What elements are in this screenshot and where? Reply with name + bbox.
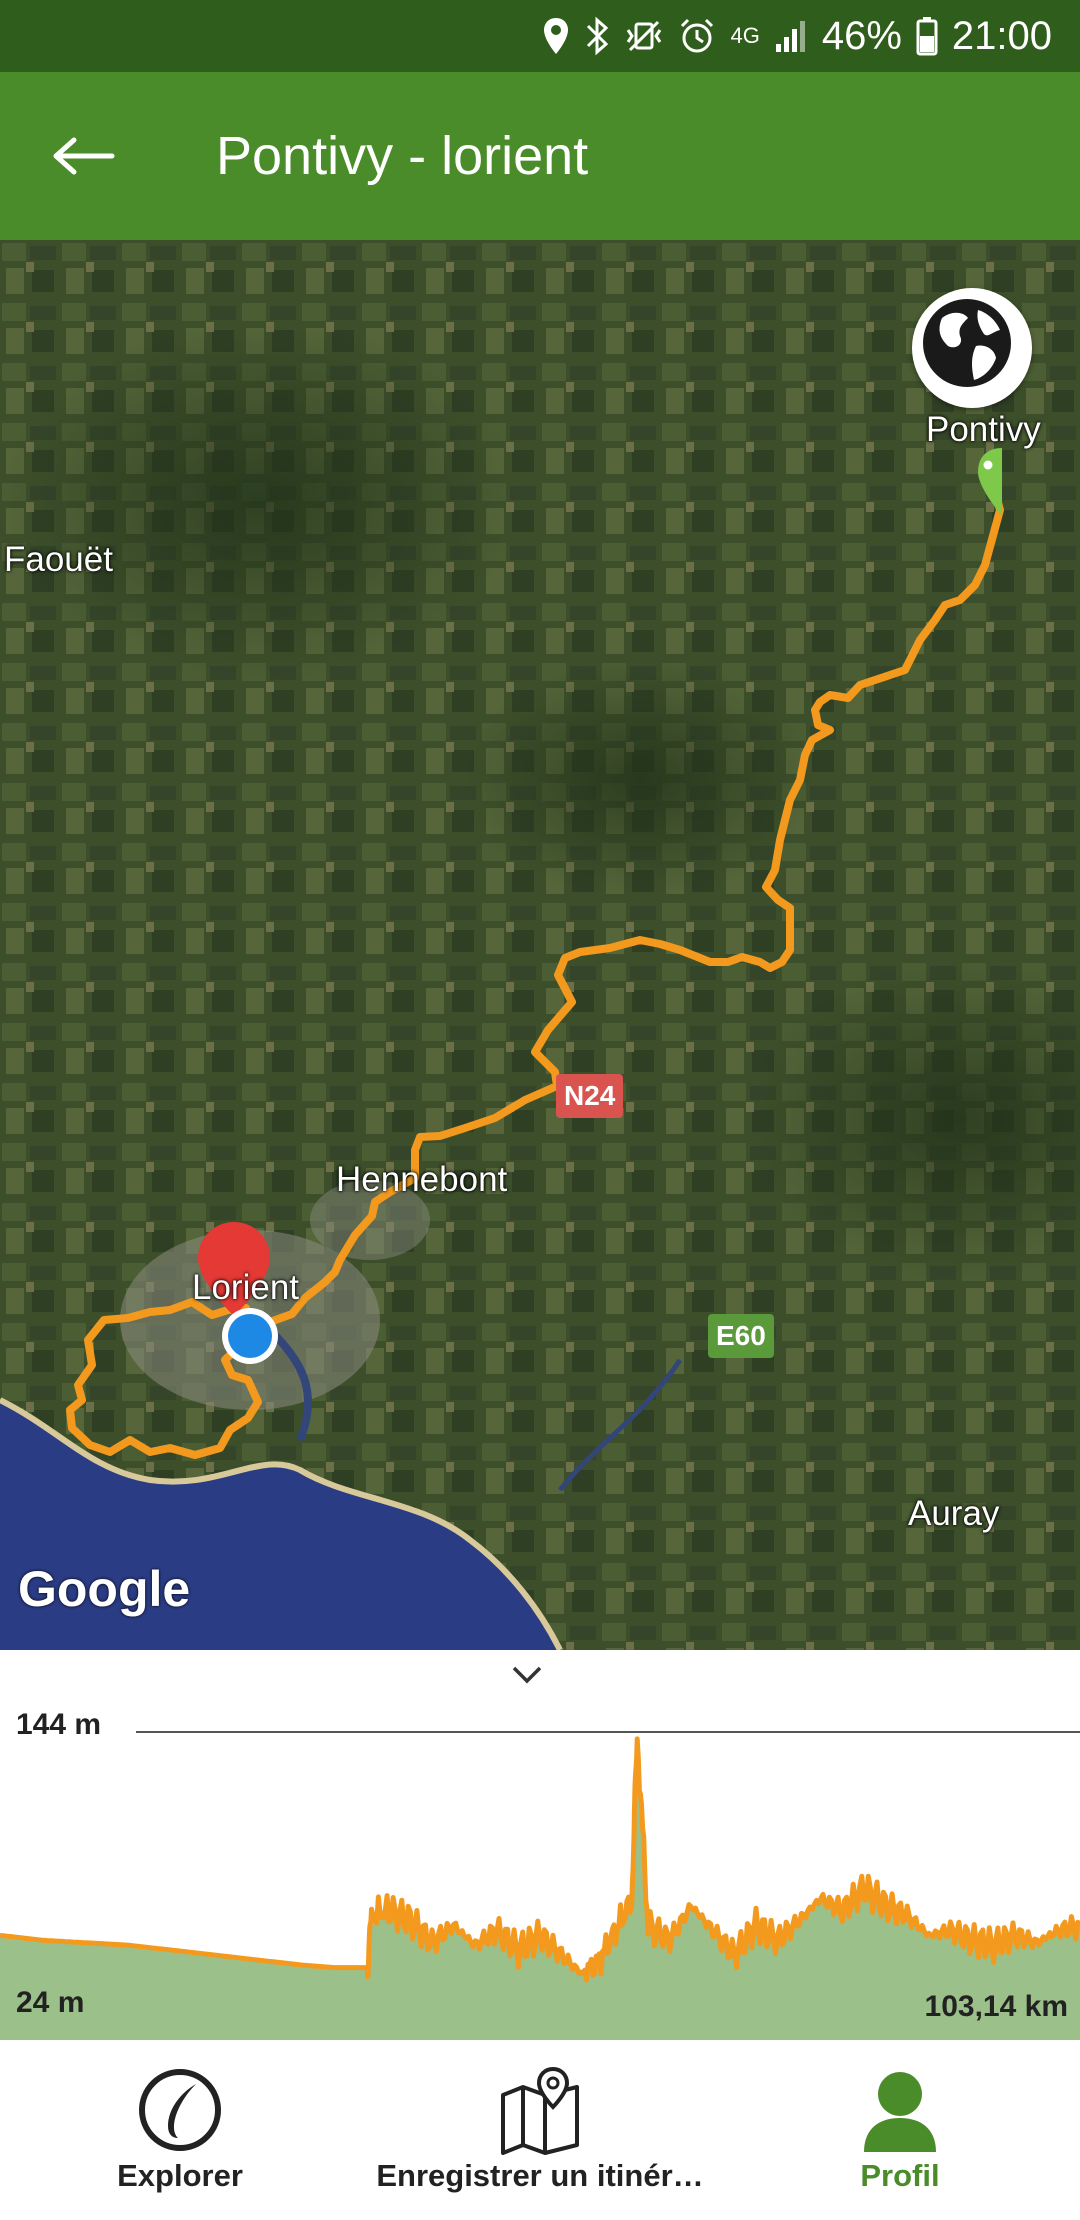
app-bar: Pontivy - lorient	[0, 72, 1080, 240]
alarm-icon	[678, 14, 716, 58]
collapse-button[interactable]	[510, 1664, 570, 1708]
location-icon	[542, 14, 570, 58]
nav-label-profil: Profil	[860, 2158, 940, 2193]
page-title: Pontivy - lorient	[216, 126, 589, 186]
elevation-panel: 144 m 24 m 103,14 km	[0, 1650, 1080, 2040]
chevron-down-icon	[512, 1666, 542, 1684]
bluetooth-icon	[584, 14, 610, 58]
distance-label: 103,14 km	[924, 1990, 1068, 2023]
nav-item-record-route[interactable]: Enregistrer un itinér…	[340, 2040, 740, 2220]
battery-icon	[916, 14, 938, 58]
road-badge-e60: E60	[708, 1314, 774, 1358]
map-pin-icon	[501, 2066, 579, 2155]
bottom-nav: Explorer Enregistrer un itinér… Profil	[0, 2040, 1080, 2220]
current-location-dot	[222, 1308, 278, 1364]
road-badge-n24: N24	[556, 1074, 624, 1118]
nav-label-explorer: Explorer	[117, 2158, 243, 2193]
globe-icon	[917, 293, 1017, 393]
place-label-pontivy: Pontivy	[926, 410, 1041, 449]
elevation-min-label: 24 m	[16, 1986, 85, 2019]
explorer-icon	[139, 2069, 221, 2151]
nav-item-explorer[interactable]: Explorer	[90, 2040, 270, 2220]
place-label-faouet: Faouët	[4, 540, 113, 579]
user-icon	[864, 2072, 936, 2152]
google-logo: Google	[18, 1561, 191, 1617]
elevation-area	[0, 1738, 1080, 2040]
status-bar: 4G 46% 21:00	[0, 0, 1080, 72]
status-icons: 4G 46% 21:00	[542, 0, 1052, 72]
map-type-button[interactable]	[912, 288, 1032, 408]
signal-icon	[774, 14, 808, 58]
back-button[interactable]	[44, 116, 124, 196]
place-label-hennebont: Hennebont	[336, 1160, 508, 1199]
place-label-auray: Auray	[908, 1494, 1000, 1533]
clock: 21:00	[951, 14, 1052, 58]
arrow-left-icon	[53, 137, 115, 175]
nav-label-record-route: Enregistrer un itinér…	[376, 2158, 704, 2193]
map-canvas	[0, 240, 1080, 1650]
nav-item-profil[interactable]: Profil	[810, 2040, 990, 2220]
elevation-chart	[0, 1731, 1080, 2040]
elevation-max-label: 144 m	[16, 1708, 102, 1741]
map-view[interactable]: Pontivy Faouët Hennebont Lorient Auray N…	[0, 240, 1080, 1650]
place-label-lorient: Lorient	[192, 1268, 300, 1307]
network-type: 4G	[730, 23, 760, 48]
vibrate-mute-icon	[624, 14, 664, 58]
battery-percent: 46%	[821, 14, 902, 58]
